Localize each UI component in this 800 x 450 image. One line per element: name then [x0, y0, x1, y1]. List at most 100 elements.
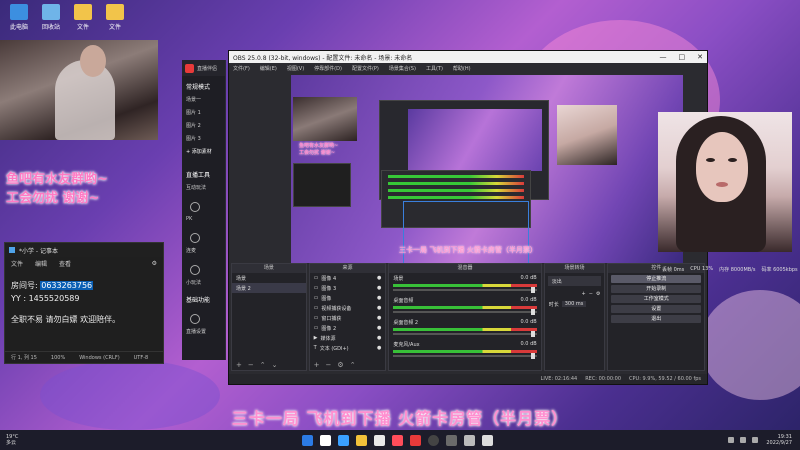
notepad-text-area[interactable]: 房间号: 0633263756 YY : 1455520589 全职不易 请勿白… — [5, 269, 163, 326]
mode-label[interactable]: 常规模式 — [182, 76, 225, 93]
add-icon[interactable]: + — [236, 361, 242, 369]
weather-widget[interactable]: 19°C 多云 — [6, 434, 18, 446]
desktop-icon-folder-2[interactable]: 文件 — [100, 4, 130, 31]
volume-slider[interactable] — [393, 353, 537, 359]
menu-file[interactable]: 文件(F) — [233, 65, 250, 72]
up-icon[interactable]: ⌃ — [260, 361, 266, 369]
source-item[interactable]: ▭ 图像 2 ● — [310, 323, 386, 333]
remove-icon[interactable]: − — [248, 361, 254, 369]
slider-handle[interactable] — [530, 287, 535, 293]
menu-tools[interactable]: 工具(T) — [426, 65, 443, 72]
scene-item[interactable]: 图片 2 — [182, 119, 225, 132]
notepad-app-icon[interactable] — [464, 434, 475, 446]
eye-icon[interactable]: ● — [377, 275, 381, 281]
live-app-icon[interactable] — [392, 434, 403, 446]
start-icon[interactable] — [302, 434, 313, 446]
eye-icon[interactable]: ● — [377, 295, 381, 301]
duration-input[interactable]: 300 ms — [561, 301, 587, 307]
settings-button[interactable]: 设置 — [611, 305, 701, 313]
obs-preview-canvas[interactable]: 鱼吧有水友群哟~ 工会勿扰 谢谢~ 三卡一局 飞机到下播 火箭卡房管（半月票） — [291, 75, 683, 263]
add-material-button[interactable]: + 添加素材 — [182, 145, 225, 158]
settings-gear-icon[interactable]: ⚙ — [337, 361, 343, 369]
studio-mode-button[interactable]: 工作室模式 — [611, 295, 701, 303]
obs-titlebar[interactable]: OBS 25.0.8 (32-bit, windows) - 配置文件: 未命名… — [229, 51, 707, 63]
source-item[interactable]: ▭ 图像 3 ● — [310, 283, 386, 293]
exit-button[interactable]: 退出 — [611, 315, 701, 323]
eye-icon[interactable]: ● — [377, 325, 381, 331]
task-view-icon[interactable] — [338, 434, 349, 446]
volume-slider[interactable] — [393, 287, 537, 293]
menu-view[interactable]: 查看 — [59, 259, 71, 268]
volume-icon[interactable] — [740, 437, 746, 443]
transition-select[interactable]: 淡出 — [547, 276, 602, 286]
menu-view[interactable]: 视图(V) — [287, 65, 304, 72]
minimize-icon[interactable]: — — [660, 53, 667, 61]
menu-scene-collection[interactable]: 场景集合(S) — [389, 65, 416, 72]
slider-handle[interactable] — [530, 309, 535, 315]
link-mic-icon[interactable] — [190, 233, 200, 243]
slider-handle[interactable] — [530, 353, 535, 359]
app-icon[interactable] — [446, 434, 457, 446]
source-item[interactable]: ▭ 图像 ● — [310, 293, 386, 303]
pk-icon[interactable] — [190, 202, 200, 212]
source-item[interactable]: T 文本 (GDI+) ● — [310, 343, 386, 353]
live-time: LIVE: 02:16:44 — [540, 376, 578, 382]
streaming-app-icon[interactable] — [410, 434, 421, 446]
tools-heading: 直播工具 — [186, 172, 211, 179]
remove-icon[interactable]: − — [589, 291, 593, 297]
scene-item[interactable]: 图片 3 — [182, 132, 225, 145]
eye-icon[interactable]: ● — [377, 315, 381, 321]
chrome-icon[interactable] — [374, 434, 385, 446]
image-icon: ▭ — [313, 285, 319, 291]
scene-item[interactable]: 图片 1 — [182, 106, 225, 119]
menu-docks[interactable]: 停靠部件(D) — [314, 65, 342, 72]
transitions-dock: 场景转场 淡出 + − ⚙ 时长 300 ms — [543, 263, 606, 371]
live-companion-window[interactable]: 直播伴侣 常规模式 场景一 图片 1 图片 2 图片 3 + 添加素材 直播工具… — [182, 60, 226, 360]
desktop-icon-folder[interactable]: 文件 — [68, 4, 98, 31]
menu-profile[interactable]: 配置文件(P) — [352, 65, 379, 72]
add-icon[interactable]: + — [582, 291, 586, 297]
source-item[interactable]: ▭ 图像 4 ● — [310, 273, 386, 283]
eye-icon[interactable]: ● — [377, 345, 381, 351]
menu-help[interactable]: 帮助(H) — [453, 65, 471, 72]
up-icon[interactable]: ⌃ — [350, 361, 356, 369]
desktop-icon-recycle-bin[interactable]: 回收站 — [36, 4, 66, 31]
maximize-icon[interactable]: □ — [679, 53, 686, 61]
volume-slider[interactable] — [393, 309, 537, 315]
notepad-titlebar[interactable]: *小学 - 记事本 — [5, 243, 163, 257]
down-icon[interactable]: ⌄ — [272, 361, 278, 369]
network-icon[interactable] — [728, 437, 734, 443]
app-icon[interactable] — [482, 434, 493, 446]
menu-edit[interactable]: 编辑(E) — [260, 65, 277, 72]
remove-icon[interactable]: − — [326, 361, 332, 369]
start-recording-button[interactable]: 开始录制 — [611, 285, 701, 293]
source-item[interactable]: ▶ 媒体源 ● — [310, 333, 386, 343]
scene-item[interactable]: 场景一 — [182, 93, 225, 106]
source-item[interactable]: ▭ 窗口捕获 ● — [310, 313, 386, 323]
taskbar-clock[interactable]: 19:31 2022/9/27 — [766, 434, 792, 446]
menu-edit[interactable]: 编辑 — [35, 259, 47, 268]
obs-icon[interactable] — [428, 434, 439, 446]
add-icon[interactable]: + — [314, 361, 320, 369]
live-settings-icon[interactable] — [190, 314, 200, 324]
stop-streaming-button[interactable]: 停止推流 — [611, 275, 701, 283]
file-explorer-icon[interactable] — [356, 434, 367, 446]
volume-slider[interactable] — [393, 331, 537, 337]
notepad-window[interactable]: *小学 - 记事本 文件 编辑 查看 ⚙ 房间号: 0633263756 YY … — [4, 242, 164, 364]
slider-handle[interactable] — [530, 331, 535, 337]
eye-icon[interactable]: ● — [377, 335, 381, 341]
eye-icon[interactable]: ● — [377, 305, 381, 311]
obs-window[interactable]: OBS 25.0.8 (32-bit, windows) - 配置文件: 未命名… — [228, 50, 708, 385]
close-icon[interactable]: ✕ — [697, 53, 703, 61]
scene-item[interactable]: 场景 — [232, 273, 306, 283]
source-item[interactable]: ▭ 视频捕获设备 ● — [310, 303, 386, 313]
wish-icon[interactable] — [190, 265, 200, 275]
eye-icon[interactable]: ● — [377, 285, 381, 291]
scene-item[interactable]: 场景 2 — [232, 283, 306, 293]
desktop-icon-this-pc[interactable]: 此电脑 — [4, 4, 34, 31]
search-icon[interactable] — [320, 434, 331, 446]
settings-gear-icon[interactable]: ⚙ — [596, 291, 600, 297]
settings-gear-icon[interactable]: ⚙ — [152, 260, 157, 267]
menu-file[interactable]: 文件 — [11, 259, 23, 268]
input-method-icon[interactable] — [752, 437, 758, 443]
